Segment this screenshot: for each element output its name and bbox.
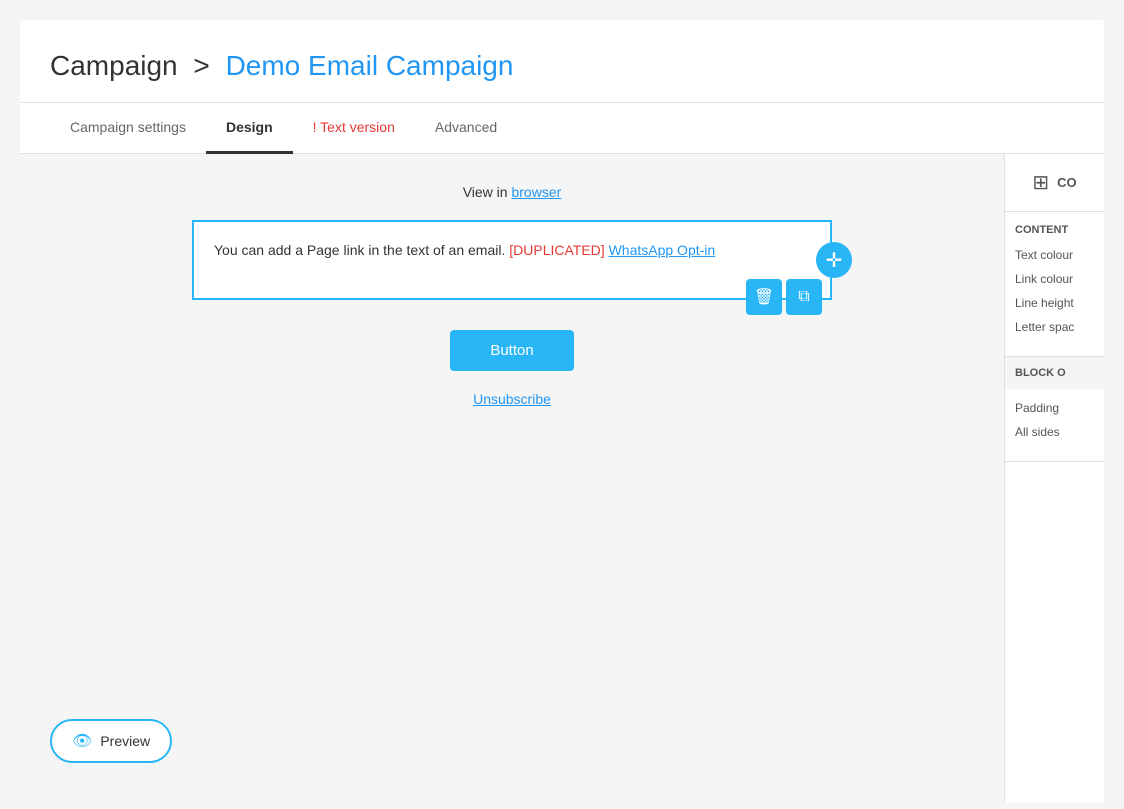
campaign-name[interactable]: Demo Email Campaign [226,50,514,81]
tabs-bar: Campaign settings Design ! Text version … [20,103,1104,154]
letter-spacing-property[interactable]: Letter spac [1015,320,1094,334]
duplicated-label: [DUPLICATED] [509,242,604,258]
preview-label: Preview [100,733,150,749]
text-colour-property[interactable]: Text colour [1015,248,1094,262]
delete-block-button[interactable]: 🗑 [746,279,782,315]
link-colour-property[interactable]: Link colour [1015,272,1094,286]
cta-button[interactable]: Button [450,330,573,371]
text-block-wrapper: You can add a Page link in the text of a… [192,220,832,300]
move-icon: ✛ [826,248,843,273]
sidebar-block-section: Padding All sides [1005,389,1104,462]
page-header: Campaign > Demo Email Campaign [20,20,1104,103]
right-sidebar: ⊞ CO CONTENT Text colour Link colour Lin… [1004,154,1104,803]
eye-icon: 👁 [72,731,92,751]
view-in-browser-text: View in [463,184,512,200]
all-sides-property[interactable]: All sides [1015,425,1094,439]
delete-icon: 🗑 [754,287,774,307]
tab-design[interactable]: Design [206,103,293,154]
move-handle[interactable]: ✛ [816,242,852,278]
main-content: View in browser You can add a Page link … [20,154,1104,803]
email-text-block[interactable]: You can add a Page link in the text of a… [192,220,832,300]
breadcrumb-title: Campaign > Demo Email Campaign [50,50,1074,82]
text-block-prefix: You can add a Page link in the text of a… [214,242,509,258]
padding-property[interactable]: Padding [1015,401,1094,415]
block-section-title: BLOCK O [1005,357,1104,389]
sidebar-content-section: CONTENT Text colour Link colour Line hei… [1005,212,1104,357]
design-area: View in browser You can add a Page link … [20,154,1004,803]
tab-advanced[interactable]: Advanced [415,103,517,154]
unsubscribe-container: Unsubscribe [192,391,832,407]
copy-block-button[interactable]: ⧉ [786,279,822,315]
breadcrumb-prefix: Campaign [50,50,178,81]
copy-icon: ⧉ [798,288,809,306]
view-in-browser: View in browser [463,184,562,200]
tab-text-version[interactable]: ! Text version [293,103,415,154]
block-actions: 🗑 ⧉ [746,279,822,315]
line-height-property[interactable]: Line height [1015,296,1094,310]
unsubscribe-link[interactable]: Unsubscribe [473,391,551,407]
browser-link[interactable]: browser [511,184,561,200]
content-section-title: CONTENT [1015,224,1094,236]
cta-button-container: Button [192,330,832,371]
sidebar-top: ⊞ CO [1005,154,1104,212]
sidebar-top-label: CO [1057,175,1077,190]
whatsapp-link[interactable]: WhatsApp Opt-in [609,242,716,258]
preview-button[interactable]: 👁 Preview [50,719,172,763]
grid-icon: ⊞ [1032,170,1049,195]
tab-campaign-settings[interactable]: Campaign settings [50,103,206,154]
breadcrumb-separator: > [193,50,209,81]
